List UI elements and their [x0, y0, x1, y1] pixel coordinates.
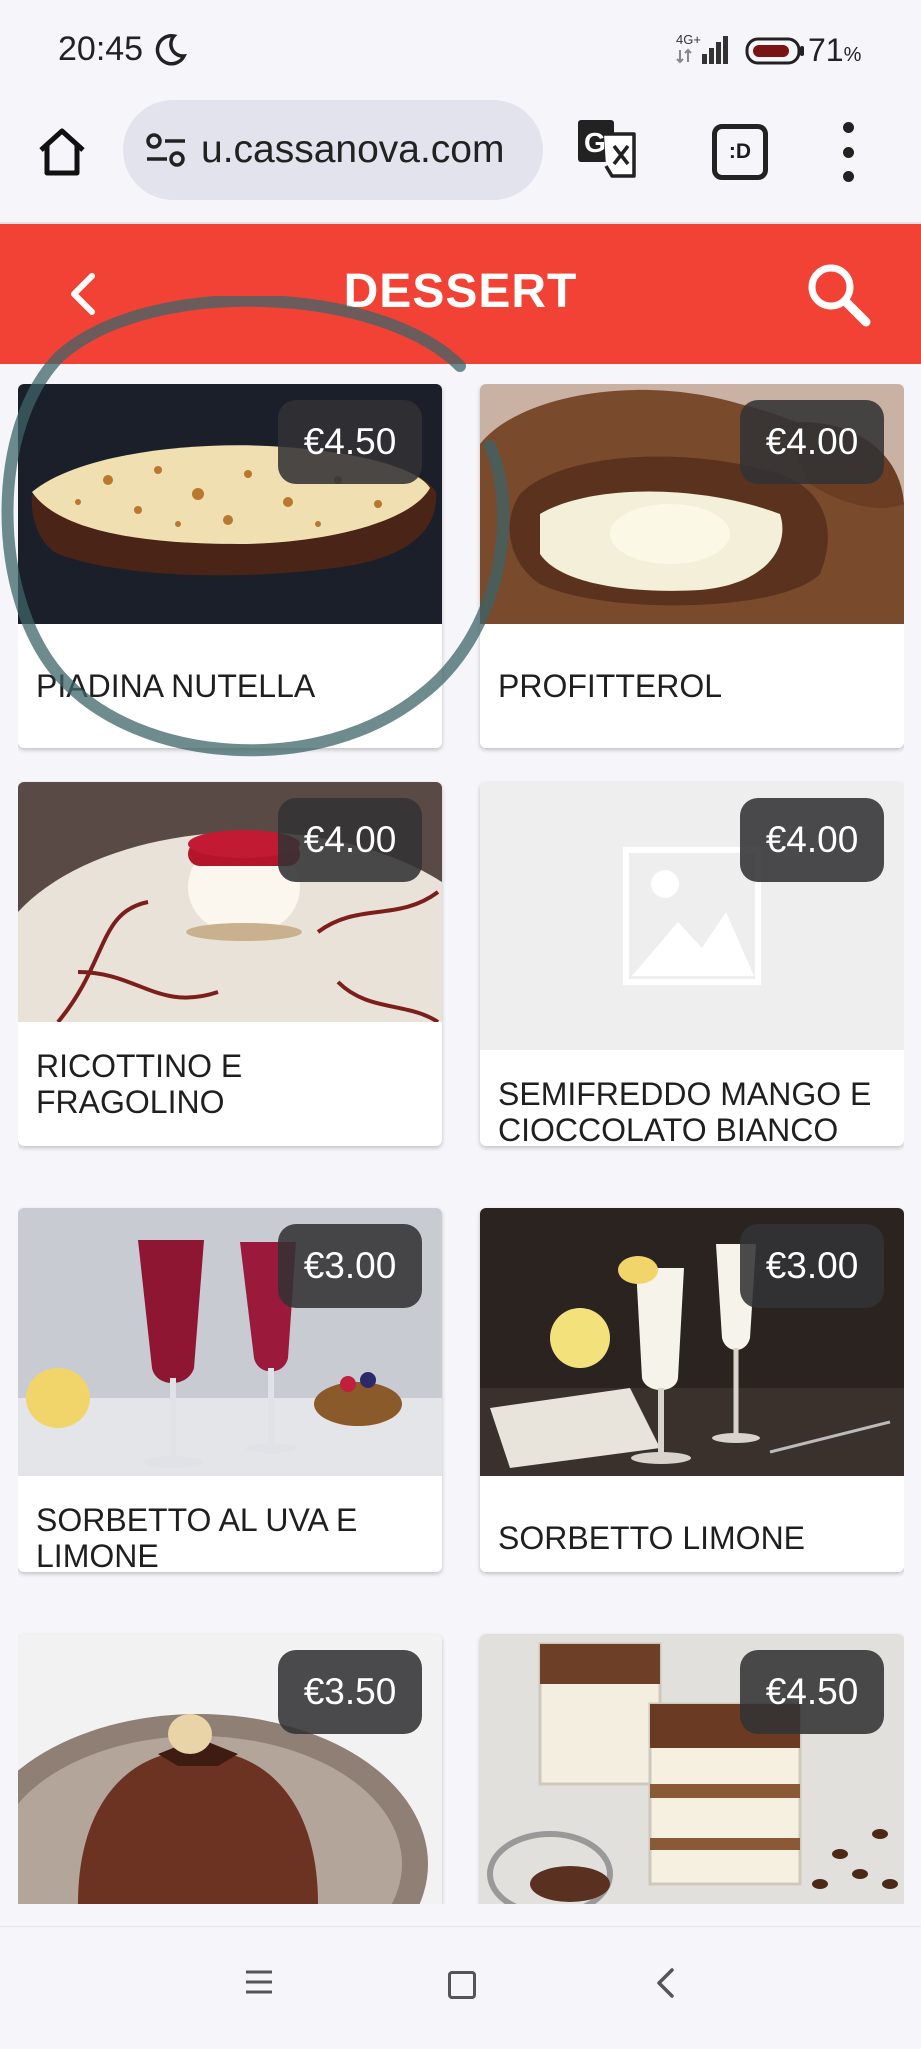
status-bar: 20:45 4G+ 71%: [0, 0, 921, 100]
product-card[interactable]: €4.50: [480, 1634, 904, 1904]
product-image: €3.00: [18, 1208, 442, 1476]
product-card[interactable]: €3.50: [18, 1634, 442, 1904]
home-square-icon[interactable]: [448, 1971, 476, 1999]
browser-toolbar: u.cassanova.com G :D: [0, 100, 921, 224]
svg-text:G: G: [584, 127, 606, 158]
status-time: 20:45: [58, 30, 144, 68]
product-image: €4.00: [480, 782, 904, 1050]
battery-percent: 71%: [808, 32, 862, 68]
menu-lines-icon[interactable]: [245, 1969, 273, 1995]
search-button[interactable]: [804, 260, 874, 335]
product-image: €3.00: [480, 1208, 904, 1476]
svg-text:4G+: 4G+: [676, 32, 701, 47]
more-vert-icon[interactable]: [838, 122, 858, 182]
price-badge: €3.50: [278, 1650, 422, 1734]
browser-home-button[interactable]: [30, 120, 94, 184]
price-badge: €3.00: [278, 1224, 422, 1308]
page-title: DESSERT: [343, 265, 578, 318]
product-image: €4.00: [480, 384, 904, 624]
product-name: SORBETTO LIMONE: [498, 1520, 806, 1556]
product-card[interactable]: €4.00 PROFITTEROL: [480, 384, 904, 748]
moon-icon: [155, 34, 187, 66]
tab-switcher-button[interactable]: :D: [712, 124, 768, 180]
product-name: PROFITTEROL: [498, 668, 723, 704]
app-header: DESSERT: [0, 224, 921, 364]
product-image: €4.00: [18, 782, 442, 1022]
price-badge: €4.00: [740, 400, 884, 484]
battery-icon: [745, 37, 804, 65]
home-icon: [39, 128, 85, 176]
product-card[interactable]: €3.00 SORBETTO AL UVA E LIMONE: [18, 1208, 442, 1572]
url-text: u.cassanova.com: [201, 128, 505, 171]
price-badge: €4.00: [740, 798, 884, 882]
product-name: SEMIFREDDO MANGO E CIOCCOLATO BIANCO: [498, 1076, 872, 1146]
translate-button[interactable]: G: [576, 118, 638, 183]
product-card[interactable]: €3.00 SORBETTO LIMONE: [480, 1208, 904, 1572]
product-name: SORBETTO AL UVA E LIMONE: [36, 1502, 358, 1572]
product-card[interactable]: €4.00 SEMIFREDDO MANGO E CIOCCOLATO BIAN…: [480, 782, 904, 1146]
signal-icon: 4G+: [676, 32, 728, 64]
site-settings-icon: [146, 133, 185, 167]
price-badge: €4.50: [278, 400, 422, 484]
price-badge: €3.00: [740, 1224, 884, 1308]
product-image: €3.50: [18, 1634, 442, 1904]
price-badge: €4.00: [278, 798, 422, 882]
product-card[interactable]: €4.00 RICOTTINO E FRAGOLINO: [18, 782, 442, 1146]
price-badge: €4.50: [740, 1650, 884, 1734]
url-bar[interactable]: u.cassanova.com: [123, 100, 543, 200]
product-image: €4.50: [480, 1634, 904, 1904]
translate-icon: G: [578, 120, 636, 178]
product-image: €4.50: [18, 384, 442, 624]
product-name: RICOTTINO E FRAGOLINO: [36, 1048, 243, 1120]
search-icon: [808, 264, 871, 327]
product-card[interactable]: €4.50 PIADINA NUTELLA: [18, 384, 442, 748]
tab-switcher-icon: :D: [728, 140, 752, 163]
product-grid: €4.50 PIADINA NUTELLA €4.00 PROFITTEROL: [18, 384, 904, 1904]
system-navigation-bar: [0, 1926, 921, 2049]
back-chevron-icon[interactable]: [654, 1967, 676, 1999]
product-name: PIADINA NUTELLA: [36, 668, 316, 704]
